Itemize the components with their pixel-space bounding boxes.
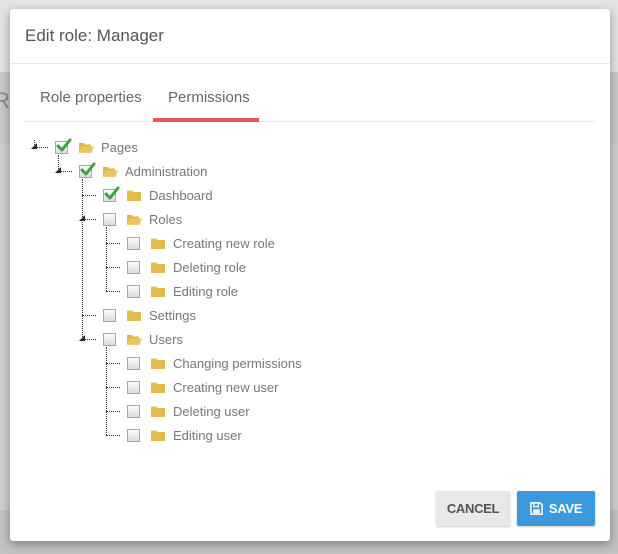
modal-title: Edit role: Manager [25, 26, 164, 45]
permission-checkbox[interactable] [127, 236, 140, 250]
cancel-button[interactable]: CANCEL [436, 491, 510, 526]
folder-icon [151, 382, 165, 393]
tree-node-label: Creating new role [173, 235, 275, 251]
tree-node[interactable]: Settings [103, 305, 196, 325]
folder-open-icon [127, 334, 142, 345]
tree-node-label: Dashboard [149, 187, 213, 203]
folder-open-icon [103, 166, 118, 177]
tree-connector [106, 411, 120, 412]
permission-checkbox[interactable] [103, 212, 116, 226]
folder-icon [151, 430, 165, 441]
folder-icon [151, 238, 165, 249]
tree-node[interactable]: Roles [103, 209, 182, 229]
edit-role-modal: Edit role: Manager Role properties Permi… [10, 9, 610, 541]
tree-node[interactable]: Deleting user [127, 401, 250, 421]
checkmark-icon [104, 186, 120, 199]
tree-node[interactable]: Changing permissions [127, 353, 302, 373]
permission-checkbox[interactable] [127, 428, 140, 442]
save-button[interactable]: SAVE [517, 491, 595, 526]
tree-node-label: Deleting role [173, 259, 246, 275]
save-label: SAVE [548, 501, 583, 516]
tree-node[interactable]: Creating new role [127, 233, 275, 253]
tree-connector [82, 179, 83, 339]
tree-node[interactable]: Dashboard [103, 185, 213, 205]
folder-icon [127, 190, 141, 201]
folder-open-icon [127, 214, 142, 225]
permission-checkbox[interactable] [127, 284, 140, 298]
tree-node-label: Roles [149, 211, 183, 227]
tree-connector [106, 387, 120, 388]
tree-connector [106, 243, 120, 244]
tree-connector [106, 435, 120, 436]
modal-header: Edit role: Manager [10, 9, 610, 64]
tree-connector [106, 347, 107, 435]
tree-node[interactable]: Users [103, 329, 183, 349]
permission-checkbox[interactable] [127, 260, 140, 274]
active-tab-indicator [153, 118, 259, 122]
cancel-label: CANCEL [446, 501, 500, 516]
permission-checkbox[interactable] [103, 186, 120, 202]
tree-node-label: Settings [149, 307, 196, 323]
tree-node-label: Editing user [173, 427, 242, 443]
tree-connector [106, 363, 120, 364]
permission-checkbox[interactable] [79, 162, 96, 178]
folder-icon [151, 262, 165, 273]
tree-node-label: Administration [125, 163, 208, 179]
tree-node-label: Changing permissions [173, 355, 302, 371]
folder-open-icon [79, 142, 94, 153]
tree-connector [34, 140, 35, 147]
tree-connector [58, 155, 59, 171]
permission-checkbox[interactable] [103, 308, 116, 322]
tree-node[interactable]: Administration [79, 161, 207, 181]
tree-node[interactable]: Editing user [127, 425, 242, 445]
tree-node[interactable]: Editing role [127, 281, 238, 301]
tree-connector [106, 267, 120, 268]
tree-node[interactable]: Creating new user [127, 377, 279, 397]
checkmark-icon [80, 162, 96, 175]
tab-bar: Role properties Permissions [25, 73, 595, 122]
permission-checkbox[interactable] [55, 138, 72, 154]
tree-node[interactable]: Pages [55, 137, 138, 157]
tree-node-label: Deleting user [173, 403, 250, 419]
floppy-disk-icon [530, 502, 543, 515]
permission-checkbox[interactable] [127, 356, 140, 370]
permission-checkbox[interactable] [103, 332, 116, 346]
folder-icon [151, 286, 165, 297]
folder-icon [151, 358, 165, 369]
permission-checkbox[interactable] [127, 404, 140, 418]
permission-checkbox[interactable] [127, 380, 140, 394]
tree-node-label: Editing role [173, 283, 239, 299]
modal-footer: CANCEL SAVE [436, 491, 595, 526]
tree-node[interactable]: Deleting role [127, 257, 246, 277]
tab-permissions[interactable]: Permissions [168, 89, 250, 106]
tree-node-label: Creating new user [173, 379, 279, 395]
tree-node-label: Pages [101, 139, 138, 155]
tree-connector [106, 227, 107, 291]
folder-icon [151, 406, 165, 417]
tree-connector [82, 195, 96, 196]
tab-role-properties[interactable]: Role properties [40, 89, 142, 106]
checkmark-icon [56, 138, 72, 151]
tree-connector [106, 291, 120, 292]
tree-node-label: Users [149, 331, 183, 347]
tree-connector [82, 315, 96, 316]
folder-icon [127, 310, 141, 321]
